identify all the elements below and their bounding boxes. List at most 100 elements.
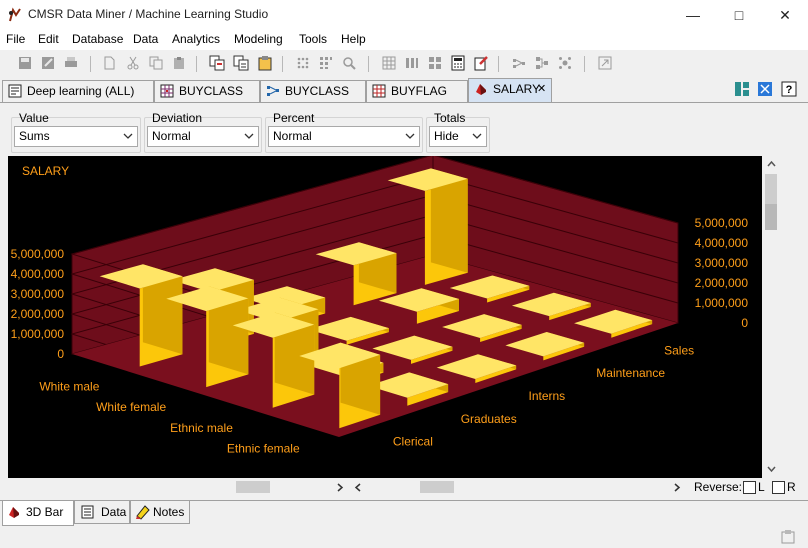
- row-label: Ethnic male: [170, 421, 233, 435]
- calculator-icon[interactable]: [449, 54, 467, 72]
- tab-3d-bar[interactable]: 3D Bar: [2, 501, 74, 526]
- notes-icon: [136, 505, 150, 520]
- copy-data-icon[interactable]: [232, 54, 250, 72]
- reverse-label: Reverse:: [694, 480, 743, 494]
- app-logo-icon: [9, 7, 21, 22]
- copy-chart-icon[interactable]: [208, 54, 226, 72]
- scroll-up-icon[interactable]: [767, 160, 776, 167]
- menu-data[interactable]: Data: [133, 31, 158, 47]
- tab-label: 3D Bar: [26, 505, 64, 519]
- grid-dots-icon[interactable]: [294, 54, 312, 72]
- reverse-r-label: R: [787, 480, 796, 494]
- chevron-down-icon: [405, 133, 415, 139]
- help-icon[interactable]: ?: [781, 81, 797, 97]
- view-tabstrip: 3D Bar Data Notes: [0, 500, 808, 527]
- horizontal-scrollbar-left[interactable]: [8, 478, 348, 496]
- menu-analytics[interactable]: Analytics: [172, 31, 220, 47]
- scroll-right-icon[interactable]: [674, 483, 681, 492]
- cut-icon[interactable]: [124, 54, 142, 72]
- scroll-thumb-secondary[interactable]: [765, 204, 777, 230]
- tab-salary[interactable]: SALARY ✕: [468, 78, 552, 102]
- tab-notes[interactable]: Notes: [130, 501, 190, 524]
- toolbar-separator: [584, 56, 585, 72]
- menu-file[interactable]: File: [6, 31, 25, 47]
- close-button[interactable]: ✕: [762, 0, 808, 30]
- tab-buyclass-network[interactable]: BUYCLASS: [260, 80, 366, 102]
- value-selected: Sums: [19, 129, 50, 143]
- window-title: CMSR Data Miner / Machine Learning Studi…: [28, 7, 269, 21]
- menu-help[interactable]: Help: [341, 31, 366, 47]
- export-icon[interactable]: [780, 529, 796, 545]
- column-label: Clerical: [393, 435, 433, 449]
- scroll-thumb[interactable]: [236, 481, 270, 493]
- maximize-button[interactable]: □: [716, 0, 762, 30]
- menu-edit[interactable]: Edit: [38, 31, 59, 47]
- network-icon: [267, 86, 279, 96]
- row-label: White male: [39, 379, 99, 393]
- cluster-icon[interactable]: [556, 54, 574, 72]
- print-icon[interactable]: [62, 54, 80, 72]
- document-tabstrip: Deep learning (ALL) BUYCLASS BUYCLASS BU…: [0, 78, 808, 103]
- percent-selected: Normal: [273, 129, 312, 143]
- menu-bar: File Edit Database Data Analytics Modeli…: [0, 30, 808, 50]
- status-bar: [0, 526, 808, 548]
- minimize-button[interactable]: —: [670, 0, 716, 30]
- deviation-selected: Normal: [152, 129, 191, 143]
- svg-text:?: ?: [786, 84, 793, 96]
- tab-label: BUYCLASS: [179, 84, 244, 98]
- menu-database[interactable]: Database: [72, 31, 123, 47]
- tab-label: Notes: [153, 505, 185, 519]
- totals-select[interactable]: Hide: [429, 126, 487, 147]
- cells-icon[interactable]: [426, 54, 444, 72]
- hierarchy-icon[interactable]: [533, 54, 551, 72]
- network-icon[interactable]: [510, 54, 528, 72]
- paste-icon[interactable]: [170, 54, 188, 72]
- chart-area[interactable]: SALARY 5,000,000 4,000,000 3,000,000 2,000,0…: [8, 154, 762, 478]
- tab-label: BUYCLASS: [285, 84, 350, 98]
- menu-modeling[interactable]: Modeling: [234, 31, 283, 47]
- menu-tools[interactable]: Tools: [299, 31, 327, 47]
- tile-windows-icon[interactable]: [734, 81, 750, 97]
- new-document-icon[interactable]: [100, 54, 118, 72]
- tab-deep-learning[interactable]: Deep learning (ALL): [2, 80, 154, 102]
- vertical-scrollbar[interactable]: [762, 156, 780, 478]
- toolbar-separator: [196, 56, 197, 72]
- scroll-left-icon[interactable]: [354, 483, 361, 492]
- chart-title: SALARY: [22, 164, 69, 178]
- scroll-thumb[interactable]: [765, 174, 777, 204]
- save-as-icon[interactable]: [39, 54, 57, 72]
- clipboard-icon[interactable]: [256, 54, 274, 72]
- copy-icon[interactable]: [147, 54, 165, 72]
- toolbar: [0, 50, 808, 78]
- tab-data[interactable]: Data: [74, 501, 130, 524]
- title-bar: CMSR Data Miner / Machine Learning Studi…: [0, 0, 808, 30]
- table-icon[interactable]: [380, 54, 398, 72]
- reverse-l-checkbox[interactable]: [743, 481, 756, 494]
- y-tick-label-right: 4,000,000: [695, 236, 749, 250]
- deviation-label: Deviation: [152, 111, 203, 125]
- tab-label: Deep learning (ALL): [27, 84, 135, 98]
- matrix-icon[interactable]: [317, 54, 335, 72]
- zoom-icon[interactable]: [340, 54, 358, 72]
- deviation-select[interactable]: Normal: [147, 126, 259, 147]
- close-tab-icon[interactable]: ✕: [537, 79, 546, 99]
- reverse-r-checkbox[interactable]: [772, 481, 785, 494]
- tab-buyflag[interactable]: BUYFLAG: [366, 80, 468, 102]
- scroll-down-icon[interactable]: [767, 466, 776, 473]
- tab-buyclass-grid[interactable]: BUYCLASS: [154, 80, 260, 102]
- totals-selected: Hide: [434, 129, 459, 143]
- save-icon[interactable]: [16, 54, 34, 72]
- scroll-thumb[interactable]: [420, 481, 454, 493]
- columns-icon[interactable]: [403, 54, 421, 72]
- horizontal-scrollbar-right[interactable]: [352, 478, 684, 496]
- export-icon[interactable]: [596, 54, 614, 72]
- fullscreen-icon[interactable]: [757, 81, 773, 97]
- percent-select[interactable]: Normal: [268, 126, 420, 147]
- column-label: Maintenance: [596, 366, 665, 380]
- edit-script-icon[interactable]: [472, 54, 490, 72]
- scroll-right-icon[interactable]: [337, 483, 344, 492]
- chevron-down-icon: [244, 133, 254, 139]
- value-select[interactable]: Sums: [14, 126, 138, 147]
- y-tick-label-right: 0: [741, 316, 748, 330]
- column-label: Graduates: [461, 412, 517, 426]
